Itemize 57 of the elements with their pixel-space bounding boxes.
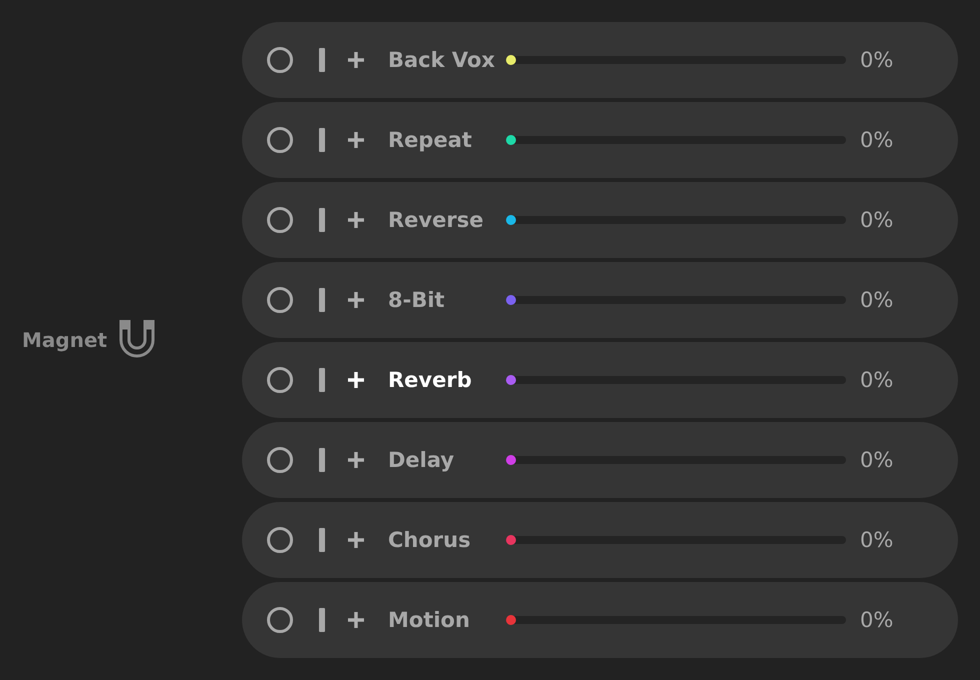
slider-track[interactable] (506, 296, 846, 304)
slider-thumb[interactable] (506, 455, 516, 465)
slider-track[interactable] (506, 536, 846, 544)
effect-name: Motion (388, 608, 471, 632)
circle-icon[interactable] (266, 606, 294, 634)
level-reading: 0% (860, 128, 894, 152)
circle-icon[interactable] (266, 206, 294, 234)
plus-icon[interactable] (347, 51, 365, 69)
effect-name: Back Vox (388, 48, 496, 72)
slider-thumb[interactable] (506, 295, 516, 305)
magnet-label: Magnet (22, 328, 108, 352)
level-reading: 0% (860, 368, 894, 392)
level-reading: 0% (860, 528, 894, 552)
effect-name: Reverb (388, 368, 473, 392)
slider-track[interactable] (506, 216, 846, 224)
slider-track[interactable] (506, 456, 846, 464)
plus-icon[interactable] (347, 211, 365, 229)
level-reading: 0% (860, 48, 894, 72)
effect-row[interactable]: Reverse 0% (242, 182, 958, 258)
slider-thumb[interactable] (506, 55, 516, 65)
plus-icon[interactable] (347, 131, 365, 149)
slider-thumb[interactable] (506, 375, 516, 385)
circle-icon[interactable] (266, 526, 294, 554)
circle-icon[interactable] (266, 126, 294, 154)
slider-track[interactable] (506, 616, 846, 624)
effect-name: Reverse (388, 208, 484, 232)
level-reading: 0% (860, 288, 894, 312)
effect-row[interactable]: 8-Bit 0% (242, 262, 958, 338)
plus-icon[interactable] (347, 611, 365, 629)
plus-icon[interactable] (347, 531, 365, 549)
slider-track[interactable] (506, 56, 846, 64)
slider-track[interactable] (506, 376, 846, 384)
effect-name: 8-Bit (388, 288, 446, 312)
effect-row[interactable]: Reverb 0% (242, 342, 958, 418)
circle-icon[interactable] (266, 46, 294, 74)
effect-row[interactable]: Chorus 0% (242, 502, 958, 578)
slider-track[interactable] (506, 136, 846, 144)
effect-row[interactable]: Delay 0% (242, 422, 958, 498)
circle-icon[interactable] (266, 366, 294, 394)
slider-thumb[interactable] (506, 215, 516, 225)
plus-icon[interactable] (347, 451, 365, 469)
level-reading: 0% (860, 448, 894, 472)
effect-name: Repeat (388, 128, 473, 152)
effect-row[interactable]: Motion 0% (242, 582, 958, 658)
effect-name: Delay (388, 448, 456, 472)
effect-row[interactable]: Back Vox 0% (242, 22, 958, 98)
circle-icon[interactable] (266, 286, 294, 314)
level-reading: 0% (860, 208, 894, 232)
slider-thumb[interactable] (506, 535, 516, 545)
level-reading: 0% (860, 608, 894, 632)
plus-icon[interactable] (347, 291, 365, 309)
slider-thumb[interactable] (506, 135, 516, 145)
effect-name: Chorus (388, 528, 472, 552)
slider-thumb[interactable] (506, 615, 516, 625)
effect-row[interactable]: Repeat 0% (242, 102, 958, 178)
circle-icon[interactable] (266, 446, 294, 474)
magnet-icon[interactable] (117, 320, 158, 360)
